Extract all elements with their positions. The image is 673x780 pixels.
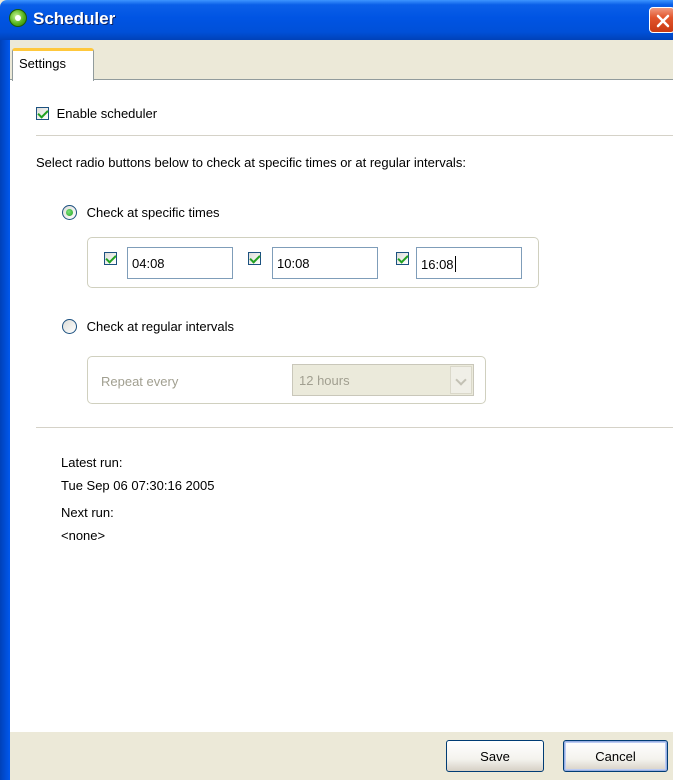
regular-intervals-radio-dot[interactable] — [62, 319, 77, 335]
enable-scheduler-check[interactable] — [36, 107, 49, 121]
repeat-every-label: Repeat every — [101, 374, 179, 389]
time-3-checkbox[interactable] — [396, 252, 409, 265]
latest-run-label: Latest run: — [61, 455, 123, 470]
text-caret — [454, 256, 456, 272]
time-2-input[interactable]: 10:08 — [272, 247, 378, 279]
tab-strip: Settings — [10, 40, 673, 81]
time-2-checkbox[interactable] — [248, 252, 261, 265]
regular-intervals-label: Check at regular intervals — [86, 319, 235, 335]
enable-scheduler-checkbox[interactable]: Enable scheduler — [36, 105, 157, 121]
latest-run-value: Tue Sep 06 07:30:16 2005 — [61, 478, 215, 493]
window-frame-left — [0, 40, 10, 780]
scheduler-window: Scheduler Settings Enable scheduler Sele… — [0, 0, 673, 780]
time-1-input[interactable]: 04:08 — [127, 247, 233, 279]
regular-intervals-radio[interactable]: Check at regular intervals — [62, 318, 235, 335]
time-3-input[interactable]: 16:08 — [416, 247, 522, 279]
divider — [36, 427, 673, 428]
close-icon — [656, 14, 670, 28]
app-icon — [9, 9, 27, 27]
cancel-button-label: Cancel — [595, 749, 636, 764]
repeat-interval-select[interactable]: 12 hours — [292, 364, 474, 396]
specific-times-radio[interactable]: Check at specific times — [62, 204, 220, 221]
enable-scheduler-label: Enable scheduler — [56, 106, 158, 122]
tab-settings[interactable]: Settings — [12, 48, 94, 81]
settings-panel: Enable scheduler Select radio buttons be… — [10, 79, 673, 732]
specific-times-radio-dot[interactable] — [62, 205, 77, 221]
save-button-label: Save — [480, 749, 510, 764]
tab-settings-label: Settings — [19, 56, 66, 71]
repeat-interval-value: 12 hours — [299, 373, 350, 388]
time-1-value: 04:08 — [132, 256, 165, 271]
instructions-text: Select radio buttons below to check at s… — [36, 155, 466, 170]
specific-times-label: Check at specific times — [86, 205, 220, 221]
regular-intervals-group: Repeat every 12 hours — [87, 356, 486, 404]
next-run-value: <none> — [61, 528, 106, 543]
time-1-checkbox[interactable] — [104, 252, 117, 265]
cancel-button[interactable]: Cancel — [563, 740, 668, 772]
time-2-value: 10:08 — [277, 256, 310, 271]
close-button[interactable] — [649, 7, 673, 33]
specific-times-group: 04:08 10:08 16:08 — [87, 237, 539, 288]
time-3-value: 16:08 — [421, 257, 454, 272]
next-run-label: Next run: — [61, 505, 114, 520]
save-button[interactable]: Save — [446, 740, 544, 772]
title-bar[interactable]: Scheduler — [0, 0, 673, 40]
divider — [36, 135, 673, 136]
window-title: Scheduler — [33, 9, 116, 28]
chevron-down-icon[interactable] — [450, 366, 472, 394]
